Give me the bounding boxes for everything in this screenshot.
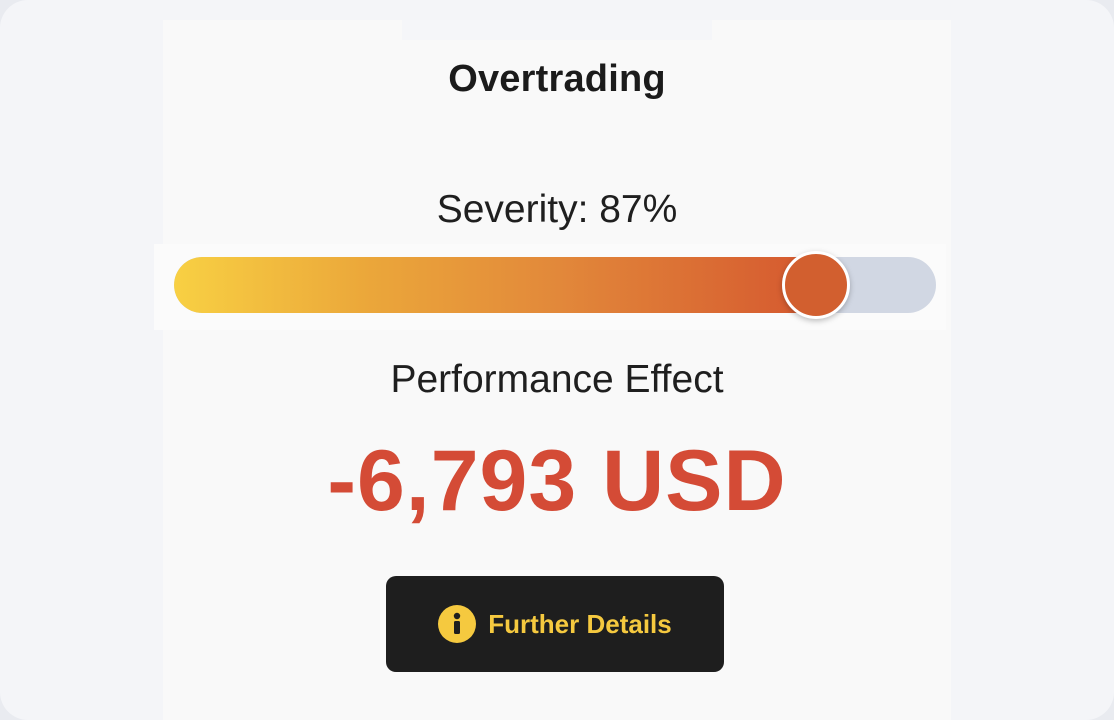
info-icon — [438, 605, 477, 643]
severity-slider-thumb[interactable] — [782, 251, 851, 319]
further-details-label: Further Details — [488, 608, 672, 639]
card-title: Overtrading — [448, 58, 666, 100]
severity-slider-fill — [174, 257, 817, 313]
screen-frame: Overtrading Severity: 87% Performance Ef… — [0, 0, 1114, 720]
performance-effect-label: Performance Effect — [390, 358, 724, 401]
further-details-button[interactable]: Further Details — [386, 576, 724, 672]
severity-label: Severity: 87% — [436, 188, 678, 231]
card-top-notch — [402, 20, 712, 40]
performance-effect-value: -6,793 USD — [327, 433, 787, 529]
